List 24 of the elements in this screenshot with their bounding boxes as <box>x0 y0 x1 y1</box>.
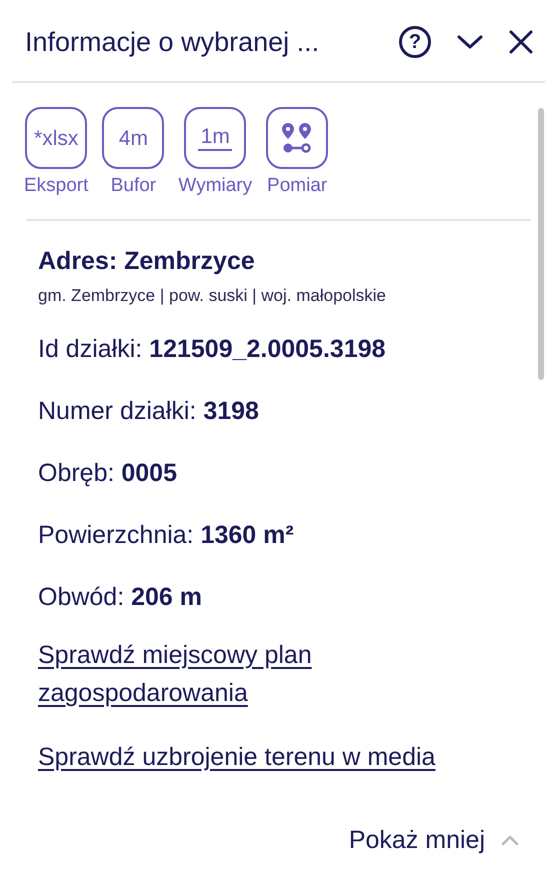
parcel-field: Powierzchnia: 1360 m² <box>38 518 519 552</box>
address-details: gm. Zembrzyce | pow. suski | woj. małopolskie <box>38 286 388 306</box>
tool-label: Bufor <box>110 175 156 197</box>
address-title: Adres: Zembrzyce <box>38 247 256 276</box>
chevron-up-icon <box>501 835 519 846</box>
parcel-field: Obwód: 206 m <box>38 580 519 614</box>
panel-title: Informacje o wybranej ... <box>25 26 320 58</box>
tool-button[interactable] <box>266 107 328 169</box>
scrollbar[interactable] <box>538 108 544 380</box>
tool-button[interactable]: *xlsx <box>25 107 88 169</box>
tool-label: Wymiary <box>178 175 252 197</box>
parcel-field: Obręb: 0005 <box>38 456 519 490</box>
tool-button[interactable]: 4m <box>102 107 164 169</box>
help-button[interactable]: ? <box>399 26 431 58</box>
tool-label: Pomiar <box>267 175 328 197</box>
tool-label: Eksport <box>24 175 88 197</box>
show-less-button[interactable]: Pokaż mniej <box>348 826 519 855</box>
parcel-field: Id działki: 121509_2.0005.3198 <box>38 332 519 366</box>
tool-button[interactable]: 1m <box>184 107 246 169</box>
parcel-field: Numer działki: 3198 <box>38 394 519 428</box>
close-icon[interactable] <box>509 30 533 54</box>
link[interactable]: Sprawdź miejscowy plan zagospodarowania <box>38 636 497 712</box>
link[interactable]: Sprawdź uzbrojenie terenu w media <box>38 738 497 776</box>
chevron-down-icon[interactable] <box>457 34 483 50</box>
